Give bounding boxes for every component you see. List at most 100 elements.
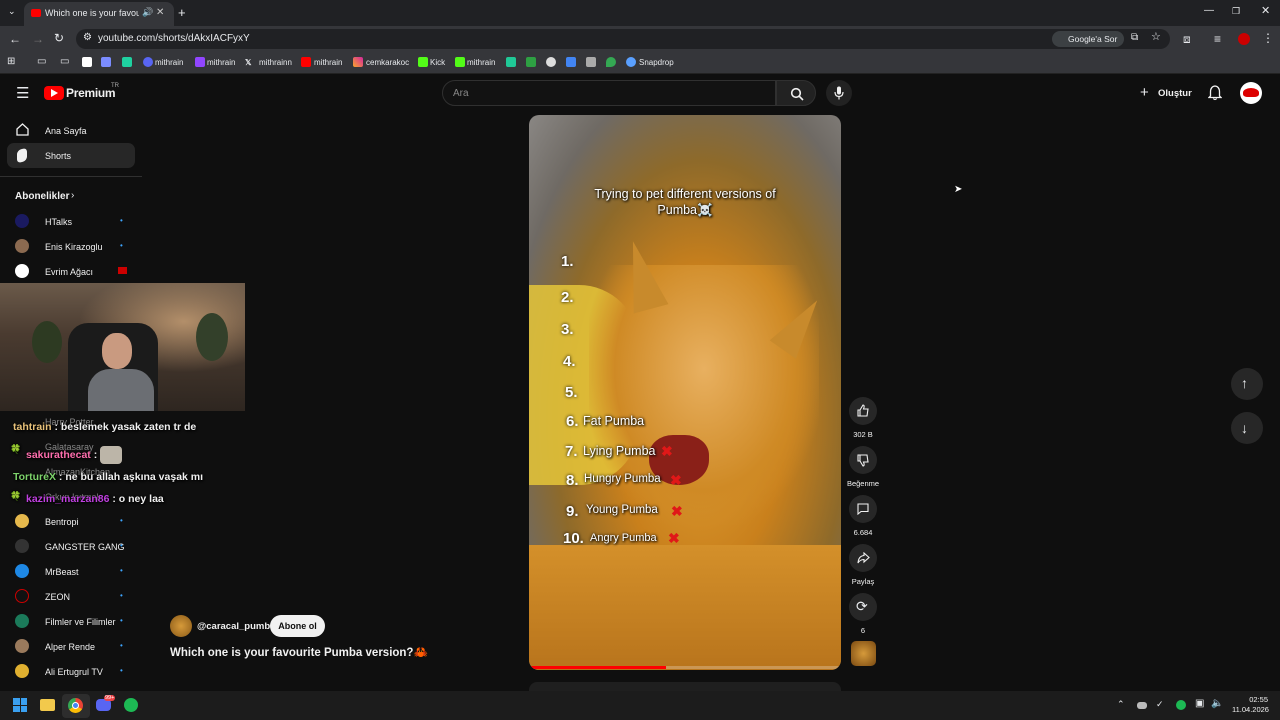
restore-icon[interactable]: ❐ (1232, 7, 1240, 16)
install-icon[interactable]: ⧉ (1131, 33, 1138, 43)
tab-audio-icon[interactable]: 🔊 (142, 7, 153, 18)
github-icon[interactable] (546, 57, 556, 67)
new-tab-icon[interactable]: + (178, 6, 186, 19)
short-video-player[interactable]: Trying to pet different versions of Pumb… (529, 115, 841, 670)
bookmark-icon[interactable] (566, 57, 576, 67)
list-label: Young Pumba (586, 504, 658, 516)
chat-message: tahtrain : beslemek yasak zaten tr de (13, 421, 196, 433)
profile-avatar[interactable] (1238, 33, 1250, 45)
spotify-icon[interactable] (124, 698, 138, 712)
previous-short-button[interactable]: ↑ (1231, 368, 1263, 400)
active-tab[interactable]: Which one is your favourite Pumba versio… (24, 2, 174, 26)
back-icon[interactable]: ← (9, 33, 21, 45)
subscription-item[interactable]: Bentropi (45, 517, 79, 527)
google-sor-button[interactable]: Google'a Sor (1052, 31, 1124, 47)
tab-search-icon[interactable]: ⌄ (8, 7, 16, 16)
bookmark-link[interactable]: Kick (430, 58, 445, 67)
subscription-item[interactable]: GANGSTER GANG (45, 542, 125, 552)
folder-icon[interactable]: ▭ (37, 57, 46, 67)
bookmark-star-icon[interactable]: ☆ (1151, 32, 1161, 43)
extensions-icon[interactable]: ⧈ (1183, 33, 1191, 45)
bookmark-link[interactable]: Snapdrop (639, 58, 674, 67)
network-icon[interactable]: ▣ (1195, 699, 1204, 709)
browser-menu-icon[interactable]: ⋮ (1262, 32, 1274, 44)
list-number: 2. (561, 289, 574, 306)
channel-name[interactable]: @caracal_pumba (197, 621, 275, 632)
window-close-icon[interactable]: ✕ (1261, 6, 1270, 17)
create-button[interactable]: + Oluştur (1140, 84, 1192, 102)
media-control-icon[interactable]: ≡ (1214, 33, 1221, 45)
next-short-button[interactable]: ↓ (1231, 412, 1263, 444)
volume-icon[interactable]: 🔈 (1211, 699, 1223, 709)
start-tile (13, 705, 20, 712)
reload-icon[interactable]: ↻ (54, 32, 64, 44)
bookmark-icon[interactable] (506, 57, 516, 67)
sound-thumbnail[interactable] (851, 641, 876, 666)
subscriptions-header[interactable]: Abonelikler (15, 191, 69, 202)
clock[interactable]: 02:55 11.04.2026 (1232, 695, 1269, 715)
discord-tray-icon[interactable] (1137, 702, 1147, 709)
share-button[interactable] (849, 544, 877, 572)
voice-search-button[interactable] (826, 80, 852, 106)
tab-close-icon[interactable]: ✕ (156, 7, 164, 18)
bookmark-icon[interactable] (82, 57, 92, 67)
sidebar-item-home[interactable]: Ana Sayfa (45, 126, 87, 136)
site-info-icon[interactable]: ⚙ (83, 33, 92, 43)
search-input[interactable]: Ara (442, 80, 776, 106)
notifications-bell-icon[interactable] (1208, 85, 1222, 101)
avatar (15, 239, 29, 253)
bookmark-link[interactable]: mithrain (314, 58, 342, 67)
search-icon (790, 87, 804, 101)
bookmark-link[interactable]: mithrainn (259, 58, 292, 67)
youtube-logo-icon[interactable] (44, 86, 64, 100)
chat-text: : (93, 448, 98, 461)
chat-message: 🍀 sakurathecat : (10, 444, 123, 464)
subscription-item[interactable]: Ali Ertugrul TV (45, 667, 103, 677)
subscription-item[interactable]: Enis Kirazoglu (45, 242, 103, 252)
folder-icon[interactable]: ▭ (60, 57, 69, 67)
bookmark-link[interactable]: mithrain (467, 58, 495, 67)
hamburger-menu-icon[interactable]: ☰ (16, 86, 29, 101)
subscription-item[interactable]: Alper Rende (45, 642, 95, 652)
maps-icon[interactable] (606, 57, 616, 67)
subscription-item[interactable]: HTalks (45, 217, 72, 227)
chevron-right-icon[interactable]: › (71, 191, 74, 201)
minimize-icon[interactable]: — (1204, 6, 1214, 16)
subscription-item[interactable]: MrBeast (45, 567, 79, 577)
subscription-item[interactable]: ZEON (45, 592, 70, 602)
comment-count: 6.684 (853, 528, 873, 537)
subscription-item[interactable]: Evrim Ağacı (45, 267, 93, 277)
apps-icon[interactable]: ⊞ (7, 57, 15, 67)
subscription-item[interactable]: Filmler ve Filimler (45, 617, 116, 627)
remix-button[interactable]: ⟳ (849, 593, 877, 621)
url-text[interactable]: youtube.com/shorts/dAkxIACFyxY (98, 33, 250, 44)
account-avatar[interactable] (1240, 82, 1262, 104)
spotify-tray-icon[interactable] (1176, 700, 1186, 710)
new-content-dot: • (120, 241, 123, 250)
bookmark-icon[interactable] (122, 57, 132, 67)
subscribe-button[interactable]: Abone ol (270, 615, 325, 637)
channel-avatar[interactable] (170, 615, 192, 637)
windows-start-icon[interactable] (13, 698, 27, 712)
bookmark-link[interactable]: cemkarakoc (366, 58, 409, 67)
tray-check-icon[interactable]: ✓ (1156, 700, 1164, 709)
bookmark-icon[interactable] (526, 57, 536, 67)
browser-tab-strip: ⌄ Which one is your favourite Pumba vers… (0, 0, 1280, 26)
bookmark-icon[interactable] (101, 57, 111, 67)
tray-overflow-icon[interactable]: ⌃ (1117, 700, 1125, 709)
chrome-icon (68, 698, 83, 713)
bookmark-link[interactable]: mithrain (207, 58, 235, 67)
search-button[interactable] (776, 80, 816, 106)
bookmark-icon[interactable] (586, 57, 596, 67)
progress-fill (529, 666, 667, 669)
play-icon (51, 89, 58, 97)
sidebar-item-shorts[interactable]: Shorts (45, 151, 71, 161)
dislike-button[interactable] (849, 446, 877, 474)
bookmark-link[interactable]: mithrain (155, 58, 183, 67)
file-explorer-icon[interactable] (40, 699, 55, 711)
forward-icon[interactable]: → (32, 33, 44, 45)
comments-button[interactable] (849, 495, 877, 523)
like-button[interactable] (849, 397, 877, 425)
avatar (15, 589, 29, 603)
address-bar[interactable]: ⚙ youtube.com/shorts/dAkxIACFyxY Google'… (76, 29, 1170, 49)
